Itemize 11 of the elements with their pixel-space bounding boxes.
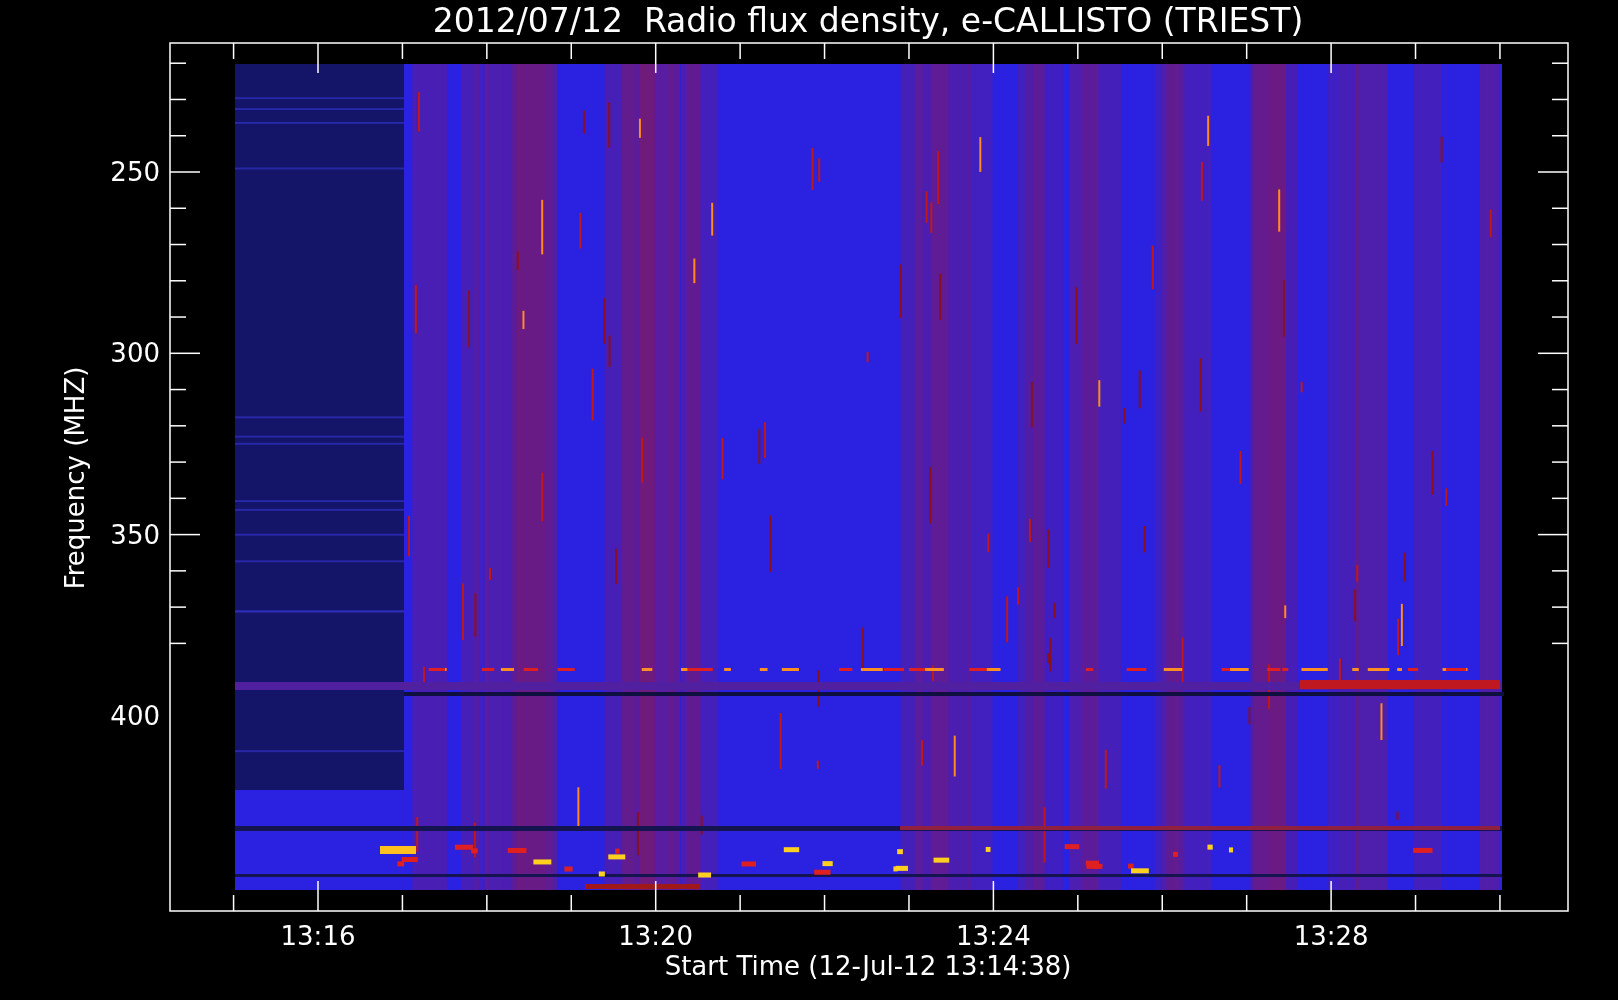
chart-title: 2012/07/12 Radio flux density, e-CALLISTO (TRIEST): [432, 1, 1304, 40]
tick-label: 300: [110, 338, 160, 369]
tick-label: 250: [110, 157, 160, 187]
tick-label: 13:24: [955, 921, 1031, 951]
tick-label: 13:28: [1293, 921, 1369, 951]
tick-label: 400: [110, 700, 160, 731]
tick-label: 13:16: [280, 921, 356, 951]
axis-label: Start Time (12-Jul-12 13:14:38): [664, 951, 1072, 981]
tick-label: 350: [110, 519, 160, 550]
axis-label: Frequency (MHZ): [60, 366, 90, 590]
tick-label: 13:20: [618, 921, 694, 951]
